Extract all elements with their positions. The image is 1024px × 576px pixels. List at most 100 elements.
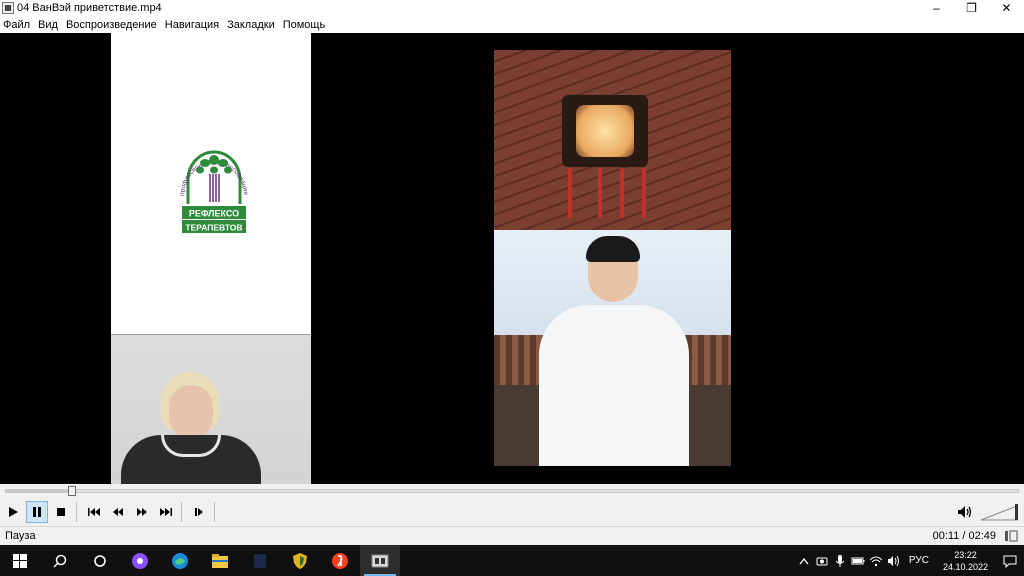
video-viewport[interactable]: профессиональная ассоциация РЕФЛЕКСО ТЕР… [0,33,1024,484]
menu-bookmarks[interactable]: Закладки [227,19,275,31]
edge-button[interactable] [160,545,200,576]
alice-button[interactable] [120,545,160,576]
tray-app-button[interactable] [813,545,831,576]
stop-icon [57,508,65,516]
shield-app-icon [293,552,307,569]
pause-button[interactable] [26,501,48,523]
dark-app-button[interactable] [240,545,280,576]
camera-tray-icon [816,557,828,565]
speaker-icon [958,506,972,518]
participant-face [169,385,213,439]
media-player-app-icon [2,2,14,14]
volume-tray-icon [887,555,899,566]
lantern-tassel [642,168,646,218]
microphone-icon [835,554,845,567]
seek-track[interactable] [5,486,1019,496]
maximize-button[interactable]: ❐ [954,0,989,16]
next-icon [160,508,172,516]
alice-icon [132,552,148,569]
close-button[interactable]: ✕ [989,0,1024,16]
input-language[interactable]: РУС [909,555,929,566]
volume-wedge [980,504,1018,521]
clock-date: 24.10.2022 [942,561,988,572]
rewind-icon [113,508,123,516]
association-logo: профессиональная ассоциация РЕФЛЕКСО ТЕР… [179,150,249,233]
mute-button[interactable] [954,501,976,523]
wifi-icon [869,556,883,566]
fast-forward-icon [137,508,147,516]
file-explorer-button[interactable] [200,545,240,576]
lantern-tassel [620,168,624,218]
playback-status: Пауза [5,530,36,542]
wifi-button[interactable] [867,545,885,576]
dark-app-icon [254,553,266,568]
search-button[interactable] [40,545,80,576]
play-button[interactable] [2,501,24,523]
cortana-icon [94,554,106,567]
fast-forward-button[interactable] [131,501,153,523]
notification-icon [1003,555,1017,568]
edge-icon [172,552,188,569]
start-button[interactable] [0,545,40,576]
chevron-up-icon [799,557,809,564]
separator [214,502,215,522]
previous-icon [88,508,100,516]
system-tray: РУС 23:22 24.10.2022 [795,545,1024,576]
media-player-icon [371,554,389,567]
clock[interactable]: 23:22 24.10.2022 [943,549,988,573]
logo-line2: ТЕРАПЕВТОВ [185,223,242,233]
seek-bar[interactable] [0,484,1024,498]
speaker-white-coat [539,305,689,466]
volume-control [954,498,1024,526]
menu-navigation[interactable]: Навигация [165,19,219,31]
frame-step-icon [195,508,203,516]
title-bar: 04 ВанВэй приветствие.mp4 – ❐ ✕ [0,0,1024,16]
lantern-tassel [568,168,572,218]
menu-bar: Файл Вид Воспроизведение Навигация Закла… [0,16,1024,33]
next-button[interactable] [155,501,177,523]
shield-app-button[interactable] [280,545,320,576]
participant-webcam-left [111,334,311,484]
play-icon [9,507,18,517]
time-display: 00:11 / 02:49 [932,530,996,542]
chinese-lantern [562,95,648,167]
menu-view[interactable]: Вид [38,19,58,31]
battery-icon [851,557,865,564]
minimize-button[interactable]: – [919,0,954,16]
window-title: 04 ВанВэй приветствие.mp4 [17,2,162,14]
volume-tray-button[interactable] [885,545,903,576]
seek-thumb[interactable] [67,486,76,496]
speaker-video [494,50,731,466]
menu-help[interactable]: Помощь [283,19,326,31]
file-explorer-icon [212,553,228,568]
rewind-button[interactable] [107,501,129,523]
status-bar: Пауза 00:11 / 02:49 [0,526,1024,545]
speaker-hair [586,236,640,262]
stop-button[interactable] [50,501,72,523]
notifications-button[interactable] [996,545,1024,576]
media-player-taskbar-button[interactable] [360,545,400,576]
playback-controls [0,498,1024,526]
tray-overflow-button[interactable] [795,545,813,576]
presentation-slide: профессиональная ассоциация РЕФЛЕКСО ТЕР… [111,33,311,334]
microphone-button[interactable] [831,545,849,576]
previous-button[interactable] [83,501,105,523]
seek-fill [6,490,72,492]
search-icon [53,554,67,568]
battery-button[interactable] [849,545,867,576]
clock-time: 23:22 [954,549,977,560]
logo-line1: РЕФЛЕКСО [189,209,239,219]
windows-taskbar: РУС 23:22 24.10.2022 [0,545,1024,576]
cortana-button[interactable] [80,545,120,576]
separator [181,502,182,522]
separator [76,502,77,522]
yandex-browser-button[interactable] [320,545,360,576]
yandex-browser-icon [332,552,348,569]
start-icon [13,553,27,568]
volume-slider[interactable] [980,502,1020,522]
frame-step-button[interactable] [188,501,210,523]
pause-icon [33,507,41,517]
menu-file[interactable]: Файл [3,19,30,31]
menu-playback[interactable]: Воспроизведение [66,19,157,31]
window-controls: – ❐ ✕ [919,0,1024,16]
